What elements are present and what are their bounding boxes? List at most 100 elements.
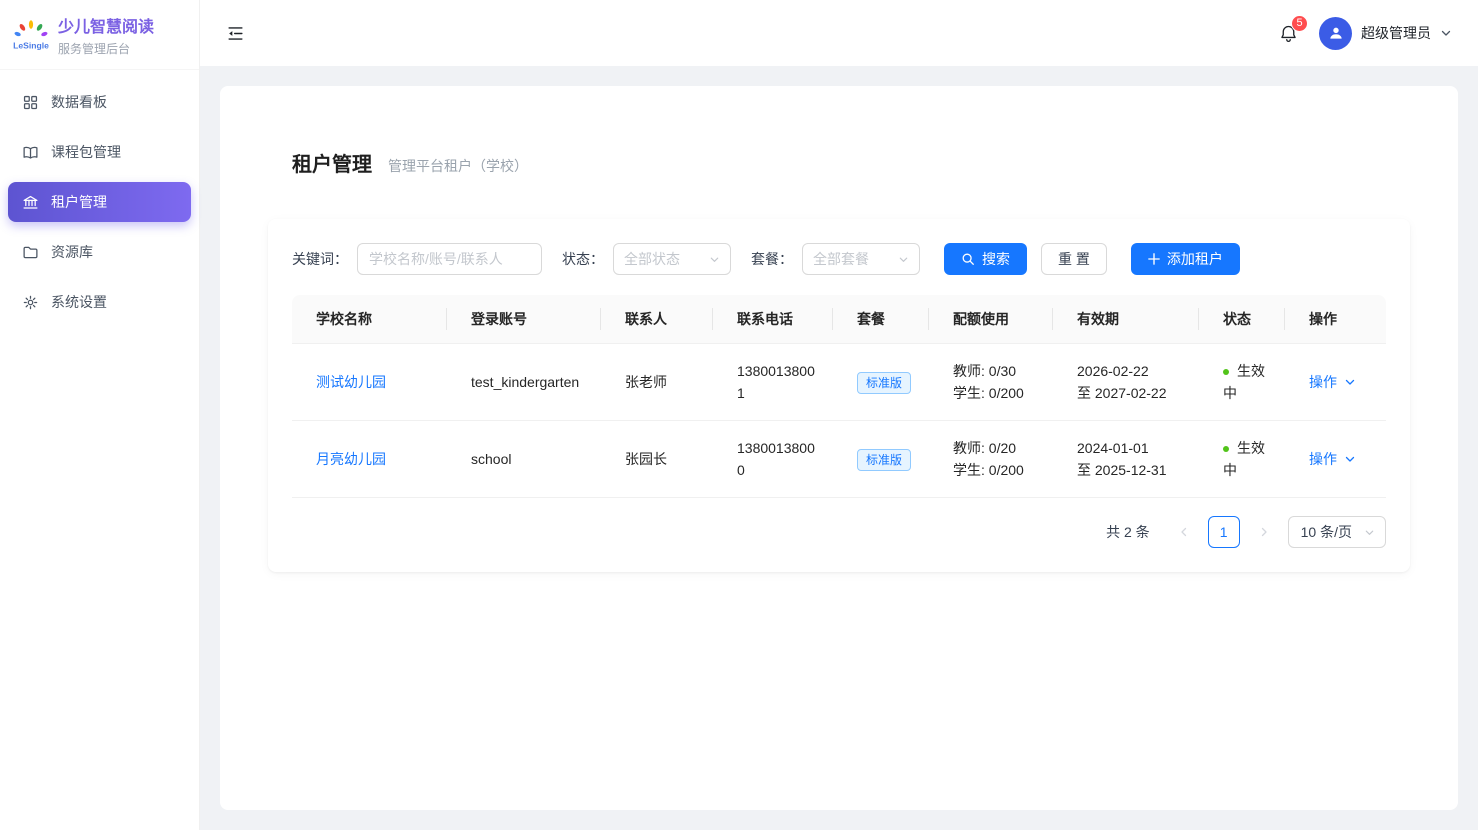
col-header-quota: 配额使用 <box>929 295 1053 344</box>
quota-cell: 教师: 0/30 学生: 0/200 <box>929 344 1053 421</box>
col-header-plan: 套餐 <box>833 295 929 344</box>
table-row: 月亮幼儿园 school 张园长 13800138000 标准版 教师: 0/2… <box>292 421 1386 498</box>
valid-to: 至 2027-02-22 <box>1077 382 1183 404</box>
content-area: 租户管理 管理平台租户（学校） 关键词： 状态： 全部状态 <box>200 66 1478 830</box>
notifications-button[interactable]: 5 <box>1278 23 1299 44</box>
sidebar-item-label: 资源库 <box>51 242 93 262</box>
row-action-label: 操作 <box>1309 371 1337 393</box>
col-header-school: 学校名称 <box>292 295 447 344</box>
status-dot <box>1223 446 1229 452</box>
col-header-phone: 联系电话 <box>713 295 833 344</box>
sidebar-item-resources[interactable]: 资源库 <box>8 232 191 272</box>
notification-badge: 5 <box>1291 15 1308 32</box>
valid-to: 至 2025-12-31 <box>1077 459 1183 481</box>
school-name-link[interactable]: 测试幼儿园 <box>316 374 386 390</box>
book-icon <box>22 144 39 161</box>
validity-cell: 2026-02-22 至 2027-02-22 <box>1053 344 1199 421</box>
quota-teacher: 教师: 0/30 <box>953 360 1037 382</box>
row-action-label: 操作 <box>1309 448 1337 470</box>
chevron-down-icon <box>898 254 909 265</box>
school-name-link[interactable]: 月亮幼儿园 <box>316 451 386 467</box>
app-subtitle: 服务管理后台 <box>58 40 154 57</box>
row-action-dropdown[interactable]: 操作 <box>1309 371 1356 393</box>
user-menu[interactable]: 超级管理员 <box>1319 17 1452 50</box>
pagination: 共 2 条 1 10 条/页 <box>292 516 1386 548</box>
search-icon <box>961 252 975 266</box>
user-name: 超级管理员 <box>1361 23 1431 43</box>
sidebar-item-settings[interactable]: 系统设置 <box>8 282 191 322</box>
table-row: 测试幼儿园 test_kindergarten 张老师 13800138001 … <box>292 344 1386 421</box>
search-button-label: 搜索 <box>982 249 1010 269</box>
sidebar-item-dashboard[interactable]: 数据看板 <box>8 82 191 122</box>
status-cell: 生效中 <box>1199 344 1285 421</box>
menu-fold-icon <box>226 24 245 43</box>
filter-bar: 关键词： 状态： 全部状态 套餐： 全部套餐 <box>292 243 1386 275</box>
chevron-down-icon <box>1364 527 1375 538</box>
reset-button-label: 重 置 <box>1058 249 1090 269</box>
logo: LeSingle 少儿智慧阅读 服务管理后台 <box>0 0 199 70</box>
sidebar-item-label: 数据看板 <box>51 92 107 112</box>
row-action-dropdown[interactable]: 操作 <box>1309 448 1356 470</box>
plan-label: 套餐： <box>751 249 793 269</box>
tenant-table-panel: 关键词： 状态： 全部状态 套餐： 全部套餐 <box>268 219 1410 572</box>
plan-tag: 标准版 <box>857 372 911 394</box>
sidebar-item-course-packages[interactable]: 课程包管理 <box>8 132 191 172</box>
chevron-down-icon <box>709 254 720 265</box>
page-size-value: 10 条/页 <box>1301 522 1352 542</box>
sidebar: LeSingle 少儿智慧阅读 服务管理后台 数据看板 课程包管理 租户管理 资… <box>0 0 200 830</box>
pagination-prev-button[interactable] <box>1168 516 1200 548</box>
plus-icon <box>1148 253 1160 265</box>
contact-cell: 张园长 <box>601 421 713 498</box>
validity-cell: 2024-01-01 至 2025-12-31 <box>1053 421 1199 498</box>
keyword-input[interactable] <box>357 243 542 275</box>
col-header-actions: 操作 <box>1285 295 1386 344</box>
search-button[interactable]: 搜索 <box>944 243 1027 275</box>
col-header-account: 登录账号 <box>447 295 601 344</box>
page-subtitle: 管理平台租户（学校） <box>388 156 528 176</box>
keyword-label: 关键词： <box>292 249 348 269</box>
page-header: 租户管理 管理平台租户（学校） <box>268 148 1410 177</box>
contact-cell: 张老师 <box>601 344 713 421</box>
tenant-management-card: 租户管理 管理平台租户（学校） 关键词： 状态： 全部状态 <box>220 86 1458 810</box>
quota-student: 学生: 0/200 <box>953 459 1037 481</box>
chevron-down-icon <box>1344 453 1356 465</box>
col-header-validity: 有效期 <box>1053 295 1199 344</box>
account-cell: school <box>447 421 601 498</box>
chevron-right-icon <box>1258 526 1270 538</box>
chevron-down-icon <box>1344 376 1356 388</box>
keyword-filter: 关键词： <box>292 243 542 275</box>
plan-tag: 标准版 <box>857 449 911 471</box>
main-area: 5 超级管理员 租户管理 管理平台租户（学校） <box>200 0 1478 830</box>
quota-student: 学生: 0/200 <box>953 382 1037 404</box>
avatar <box>1319 17 1352 50</box>
phone-cell: 13800138000 <box>713 421 833 498</box>
pagination-total: 共 2 条 <box>1106 522 1150 542</box>
quota-teacher: 教师: 0/20 <box>953 437 1037 459</box>
pagination-page-1[interactable]: 1 <box>1208 516 1240 548</box>
pagination-next-button[interactable] <box>1248 516 1280 548</box>
plan-filter: 套餐： 全部套餐 <box>751 243 920 275</box>
phone-cell: 13800138001 <box>713 344 833 421</box>
app-title: 少儿智慧阅读 <box>58 13 154 37</box>
sidebar-item-tenants[interactable]: 租户管理 <box>8 182 191 222</box>
reset-button[interactable]: 重 置 <box>1041 243 1107 275</box>
sidebar-item-label: 租户管理 <box>51 192 107 212</box>
sidebar-collapse-button[interactable] <box>226 24 245 43</box>
add-tenant-button[interactable]: 添加租户 <box>1131 243 1240 275</box>
col-header-status: 状态 <box>1199 295 1285 344</box>
status-text: 生效中 <box>1223 363 1265 401</box>
status-label: 状态： <box>562 249 604 269</box>
chevron-left-icon <box>1178 526 1190 538</box>
brand-logo-icon: LeSingle <box>10 14 52 56</box>
page-title: 租户管理 <box>292 148 372 177</box>
status-text: 生效中 <box>1223 440 1265 478</box>
page-size-select[interactable]: 10 条/页 <box>1288 516 1386 548</box>
status-select-value: 全部状态 <box>624 249 680 269</box>
sidebar-item-label: 系统设置 <box>51 292 107 312</box>
chevron-down-icon <box>1440 27 1452 39</box>
col-header-contact: 联系人 <box>601 295 713 344</box>
sidebar-item-label: 课程包管理 <box>51 142 121 162</box>
table-header-row: 学校名称 登录账号 联系人 联系电话 套餐 配额使用 有效期 状态 操作 <box>292 295 1386 344</box>
status-select[interactable]: 全部状态 <box>613 243 731 275</box>
plan-select[interactable]: 全部套餐 <box>802 243 920 275</box>
